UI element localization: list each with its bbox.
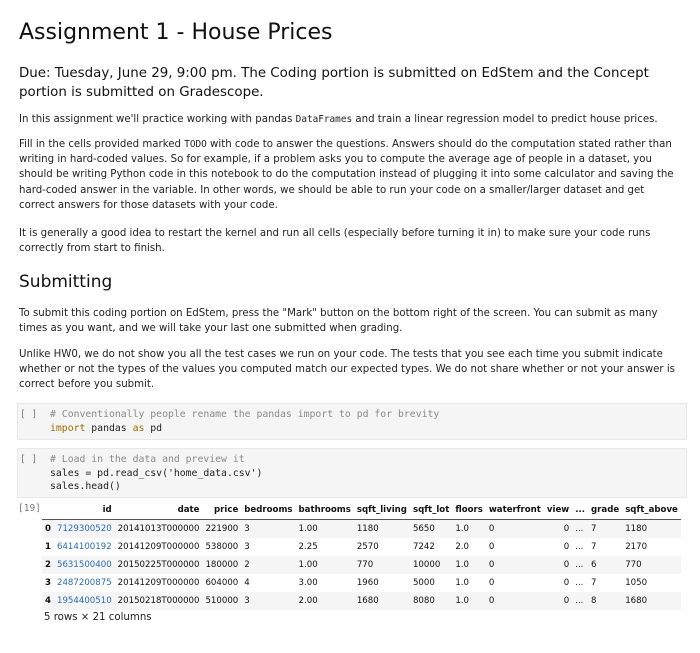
code-editor[interactable]: # Load in the data and preview it sales …: [50, 453, 262, 494]
column-header: waterfront: [488, 505, 541, 515]
column-header: sqft_lot: [412, 505, 450, 515]
code-editor[interactable]: # Conventionally people rename the panda…: [50, 408, 439, 435]
cell-prompt: [ ]: [20, 454, 38, 465]
dataframe-shape: 5 rows × 21 columns: [44, 612, 152, 623]
submit-paragraph-2: Unlike HW0, we do not show you all the t…: [19, 349, 675, 391]
column-header: view: [546, 505, 570, 515]
column-header: floors: [455, 505, 483, 515]
dataframes-code: DataFrames: [295, 114, 353, 125]
table-row: 3 2487200875 20141209T000000 604000 4 3.…: [45, 578, 648, 588]
column-header: [42, 501, 54, 520]
table-row: 0 7129300520 20141013T000000 221900 3 1.…: [42, 519, 681, 538]
column-header: sqft_living: [356, 505, 407, 515]
submitting-heading: Submitting: [19, 272, 113, 292]
cell-prompt: [ ]: [20, 409, 38, 420]
column-header: id: [102, 505, 112, 515]
output-prompt: [19]: [18, 503, 41, 514]
code-cell-import[interactable]: [ ] # Conventionally people rename the p…: [17, 403, 687, 440]
table-row: 4 1954400510 20150218T000000 510000 3 2.…: [42, 592, 681, 610]
column-header: bathrooms: [298, 505, 351, 515]
column-header: ...: [575, 505, 586, 515]
table-row: 1 6414100192 20141209T000000 538000 3 2.…: [45, 542, 648, 552]
table-row: 2 5631500400 20150225T000000 180000 2 1.…: [42, 556, 681, 574]
todo-code: TODO: [184, 139, 207, 150]
column-header: grade: [591, 505, 620, 515]
code-cell-load-data[interactable]: [ ] # Load in the data and preview it sa…: [17, 448, 687, 498]
submit-paragraph-1: To submit this coding portion on EdStem,…: [19, 308, 658, 335]
column-header: bedrooms: [244, 505, 293, 515]
table-header-row: id date price bedrooms bathrooms sqft_li…: [42, 501, 681, 520]
dataframe-output: id date price bedrooms bathrooms sqft_li…: [42, 501, 681, 610]
column-header: price: [214, 505, 239, 515]
column-header: sqft_above: [625, 505, 678, 515]
intro-paragraph: In this assignment we'll practice workin…: [19, 114, 658, 125]
page-title: Assignment 1 - House Prices: [19, 20, 333, 45]
restart-paragraph: It is generally a good idea to restart t…: [19, 228, 651, 255]
due-date-text: Due: Tuesday, June 29, 9:00 pm. The Codi…: [19, 66, 649, 100]
column-header: date: [177, 505, 200, 515]
instructions-paragraph: Fill in the cells provided marked TODO w…: [19, 139, 674, 211]
